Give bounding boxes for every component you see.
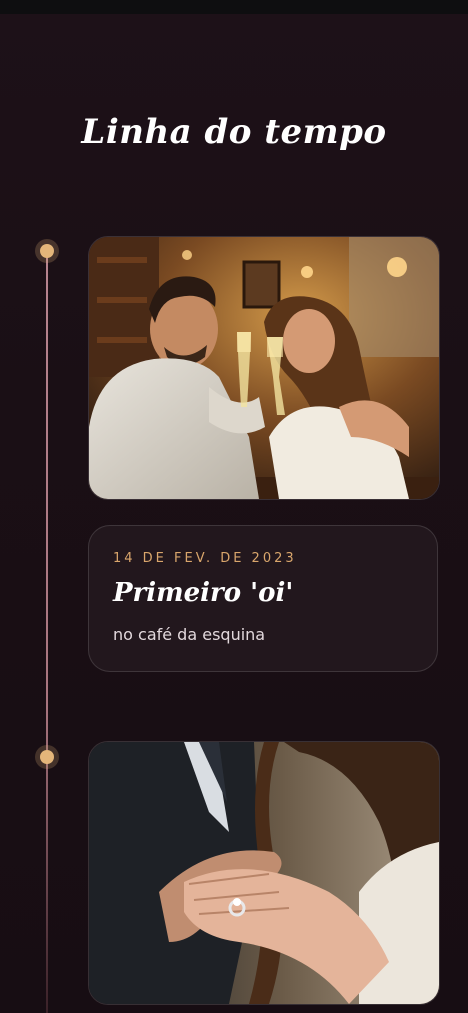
page-title: Linha do tempo xyxy=(81,112,387,152)
timeline-dot xyxy=(40,244,54,258)
event-photo-ring[interactable] xyxy=(88,741,440,1005)
event-date: 14 DE FEV. DE 2023 xyxy=(113,551,297,566)
engagement-ring-image xyxy=(89,742,439,1004)
timeline-dot xyxy=(40,750,54,764)
event-card[interactable]: 14 DE FEV. DE 2023 Primeiro 'oi' no café… xyxy=(88,525,438,672)
event-title: Primeiro 'oi' xyxy=(113,578,294,608)
couple-toast-image xyxy=(89,237,439,499)
event-subtitle: no café da esquina xyxy=(113,625,266,644)
timeline-line xyxy=(46,250,48,1013)
status-bar xyxy=(0,0,468,14)
event-photo-toast[interactable] xyxy=(88,236,440,500)
